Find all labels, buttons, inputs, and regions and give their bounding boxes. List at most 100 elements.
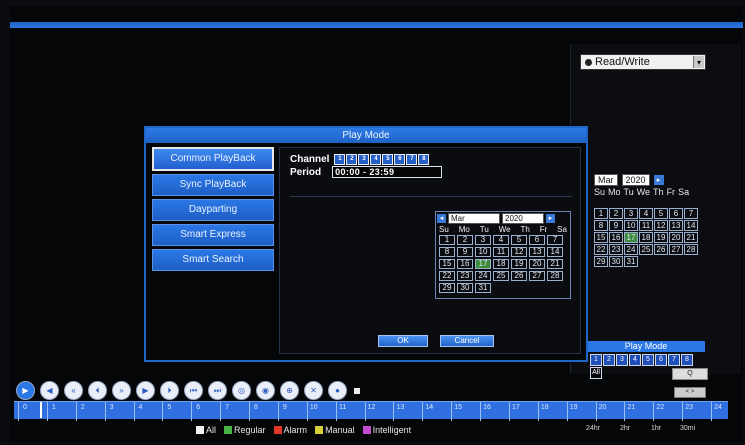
channel-checkbox-4[interactable]: 4 [370, 154, 382, 165]
menu-item-smart-search[interactable]: Smart Search [152, 249, 274, 271]
dialog-day[interactable]: 18 [493, 259, 509, 269]
side-channel-2[interactable]: 2 [603, 354, 615, 366]
legend-item-regular[interactable]: Regular [224, 425, 266, 435]
dialog-day[interactable]: 13 [529, 247, 545, 257]
side-day[interactable]: 14 [684, 220, 698, 231]
dialog-day[interactable]: 4 [493, 235, 509, 245]
dialog-day[interactable]: 24 [475, 271, 491, 281]
prev-month-icon[interactable]: ◂ [437, 214, 446, 223]
side-day[interactable]: 2 [609, 208, 623, 219]
side-day[interactable]: 28 [684, 244, 698, 255]
dialog-day[interactable]: 5 [511, 235, 527, 245]
dialog-day[interactable]: 28 [547, 271, 563, 281]
dialog-day[interactable]: 9 [457, 247, 473, 257]
channel-checkbox-1[interactable]: 1 [334, 154, 346, 165]
play-icon[interactable]: ▶ [16, 381, 35, 400]
side-day[interactable]: 3 [624, 208, 638, 219]
side-day[interactable]: 11 [639, 220, 653, 231]
side-day[interactable]: 30 [609, 256, 623, 267]
side-day[interactable]: 25 [639, 244, 653, 255]
dialog-day[interactable]: 6 [529, 235, 545, 245]
dialog-day[interactable]: 21 [547, 259, 563, 269]
next-month-icon[interactable]: ▸ [653, 175, 664, 185]
dialog-day[interactable]: 27 [529, 271, 545, 281]
stop-icon[interactable] [354, 387, 360, 394]
calendar-month[interactable]: Mar [448, 213, 500, 224]
side-day[interactable]: 12 [654, 220, 668, 231]
next-icon[interactable]: ▶ [136, 381, 155, 400]
dialog-day[interactable]: 15 [439, 259, 455, 269]
chevron-down-icon[interactable]: ▾ [693, 56, 704, 68]
side-day[interactable]: 19 [654, 232, 668, 243]
side-channel-3[interactable]: 3 [616, 354, 628, 366]
side-play-mode-label[interactable]: Play Mode [587, 341, 705, 352]
dialog-day[interactable]: 1 [439, 235, 455, 245]
mode-select[interactable]: Read/Write ▾ [580, 54, 706, 70]
side-day[interactable]: 24 [624, 244, 638, 255]
channel-checkbox-2[interactable]: 2 [346, 154, 358, 165]
calendar-year[interactable]: 2020 [502, 213, 544, 224]
dialog-day[interactable]: 29 [439, 283, 455, 293]
dialog-day[interactable]: 8 [439, 247, 455, 257]
side-day[interactable]: 31 [624, 256, 638, 267]
side-channel-6[interactable]: 6 [655, 354, 667, 366]
dialog-day[interactable]: 20 [529, 259, 545, 269]
zoom-24hr[interactable]: 24hr [586, 425, 600, 432]
rewind-icon[interactable]: « [64, 381, 83, 400]
side-day[interactable]: 10 [624, 220, 638, 231]
dialog-day[interactable]: 2 [457, 235, 473, 245]
side-day[interactable]: 6 [669, 208, 683, 219]
channel-checkbox-5[interactable]: 5 [382, 154, 394, 165]
side-channel-1[interactable]: 1 [590, 354, 602, 366]
side-search-button[interactable]: Q [672, 368, 708, 380]
dialog-day[interactable]: 30 [457, 283, 473, 293]
step-forward-icon[interactable]: ⏵ [160, 381, 179, 400]
menu-item-common-playback[interactable]: Common PlayBack [152, 147, 274, 171]
side-channel-5[interactable]: 5 [642, 354, 654, 366]
dialog-day[interactable]: 10 [475, 247, 491, 257]
zoom-2hr[interactable]: 2hr [620, 425, 630, 432]
side-day[interactable]: 18 [639, 232, 653, 243]
dialog-day[interactable]: 12 [511, 247, 527, 257]
cancel-icon[interactable]: ✕ [304, 381, 323, 400]
side-day[interactable]: 26 [654, 244, 668, 255]
side-calendar-month[interactable]: Mar [594, 174, 618, 186]
channel-checkbox-3[interactable]: 3 [358, 154, 370, 165]
zoom-1hr[interactable]: 1hr [651, 425, 661, 432]
dialog-day[interactable]: 11 [493, 247, 509, 257]
side-day[interactable]: 1 [594, 208, 608, 219]
dialog-day[interactable]: 16 [457, 259, 473, 269]
side-all-channels[interactable]: All [590, 367, 602, 379]
side-day[interactable]: 13 [669, 220, 683, 231]
fast-forward-icon[interactable]: » [112, 381, 131, 400]
step-back-icon[interactable]: ⏴ [88, 381, 107, 400]
ok-button[interactable]: OK [378, 335, 428, 347]
cancel-button[interactable]: Cancel [440, 335, 494, 347]
side-day[interactable]: 22 [594, 244, 608, 255]
channel-checkbox-8[interactable]: 8 [418, 154, 430, 165]
side-channel-7[interactable]: 7 [668, 354, 680, 366]
side-day[interactable]: 27 [669, 244, 683, 255]
dialog-day[interactable]: 3 [475, 235, 491, 245]
side-channel-4[interactable]: 4 [629, 354, 641, 366]
menu-item-dayparting[interactable]: Dayparting [152, 199, 274, 221]
dialog-day[interactable]: 19 [511, 259, 527, 269]
dialog-day[interactable]: 25 [493, 271, 509, 281]
snapshot-icon[interactable]: ◉ [256, 381, 275, 400]
menu-item-smart-express[interactable]: Smart Express [152, 224, 274, 246]
legend-item-intelligent[interactable]: Intelligent [362, 425, 411, 435]
prev-icon[interactable]: ◀ [40, 381, 59, 400]
side-day[interactable]: 23 [609, 244, 623, 255]
channel-checkbox-6[interactable]: 6 [394, 154, 406, 165]
period-field[interactable]: 00:00 - 23:59 [332, 166, 443, 178]
side-channel-8[interactable]: 8 [681, 354, 693, 366]
dialog-day[interactable]: 23 [457, 271, 473, 281]
side-day[interactable]: 4 [639, 208, 653, 219]
timeline[interactable]: 0 1 2 3 4 5 6 7 8 9 10 11 12 13 14 15 16 17 18 19 20 21 22 23 24 [14, 401, 728, 421]
side-day[interactable]: 17 [624, 232, 638, 243]
slow-icon[interactable]: ◎ [232, 381, 251, 400]
record-icon[interactable]: ● [328, 381, 347, 400]
dialog-day[interactable]: 22 [439, 271, 455, 281]
legend-item-all[interactable]: All [196, 425, 216, 435]
side-day[interactable]: 5 [654, 208, 668, 219]
